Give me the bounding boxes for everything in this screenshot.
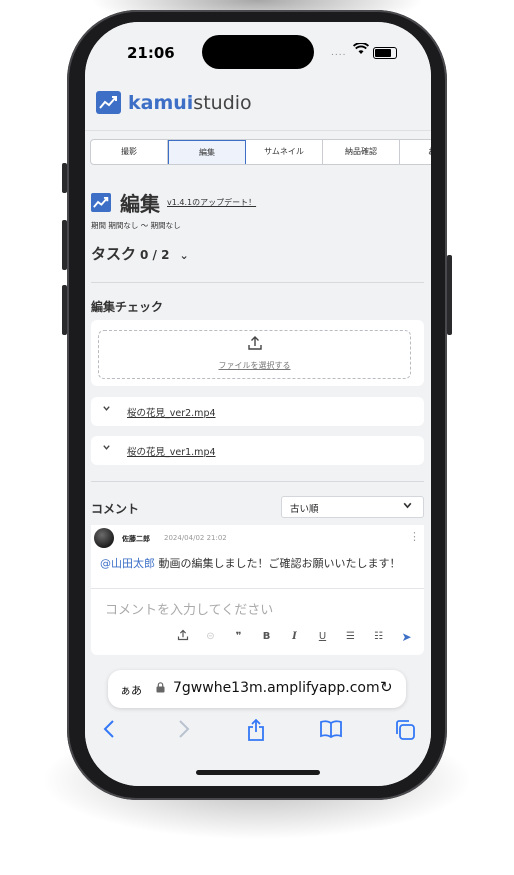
tabs-icon[interactable]: [394, 719, 416, 746]
more-options-icon[interactable]: ⋮: [409, 530, 420, 543]
comment-item: 佐藤二郎 2024/04/02 21:02 ⋮ @山田太郎 動画の編集しました！…: [91, 525, 424, 588]
upload-icon: [247, 335, 263, 355]
status-time: 21:06: [127, 44, 175, 62]
numbered-list-icon[interactable]: ☷: [367, 631, 390, 642]
volume-up-button: [62, 220, 67, 270]
reload-icon[interactable]: ↻: [380, 678, 393, 696]
action-button: [62, 163, 67, 193]
comment-composer: コメントを入力してください ⊝ ❞ B I U ☰ ☷ ➤: [91, 588, 424, 655]
upload-icon[interactable]: [171, 629, 194, 644]
brand-studio: studio: [193, 91, 252, 114]
file-dropzone[interactable]: ファイルを選択する: [98, 330, 411, 379]
file-link[interactable]: 桜の花見_ver1.mp4: [127, 444, 216, 458]
tab-edit[interactable]: 編集: [168, 140, 246, 164]
chart-line-icon: [96, 91, 121, 114]
file-item[interactable]: 桜の花見_ver2.mp4: [91, 397, 424, 426]
page-title: 編集 v1.4.1のアップデート！: [91, 188, 256, 217]
edit-check-heading: 編集チェック: [91, 300, 164, 314]
brand-name: kamuistudio: [128, 92, 252, 114]
signal-icon: ....: [331, 48, 347, 58]
chevron-down-icon[interactable]: [102, 404, 111, 416]
home-indicator: [196, 770, 320, 775]
bullet-list-icon[interactable]: ☰: [339, 631, 362, 642]
volume-down-button: [62, 285, 67, 335]
underline-icon[interactable]: U: [311, 631, 334, 642]
comment-author: 佐藤二郎: [122, 535, 150, 543]
comment-date: 2024/04/02 21:02: [164, 534, 227, 542]
tasks-count: 0 / 2: [140, 248, 170, 262]
file-link[interactable]: 桜の花見_ver2.mp4: [127, 405, 216, 419]
back-icon[interactable]: [103, 719, 115, 744]
period-text: 期間 期間なし ～ 期間なし: [91, 221, 181, 230]
divider: [91, 282, 424, 283]
tab-shooting[interactable]: 撮影: [91, 140, 168, 164]
file-item[interactable]: 桜の花見_ver1.mp4: [91, 436, 424, 465]
avatar: [94, 528, 114, 548]
phone-screen: 21:06 .... kamuistudio 撮影 編集 サムネイル 納品確認 …: [85, 22, 431, 786]
wifi-icon: [352, 42, 370, 59]
tab-thumbnail[interactable]: サムネイル: [246, 140, 323, 164]
browser-toolbar: [85, 717, 431, 747]
divider: [91, 481, 424, 482]
page-menu-button[interactable]: ぁあ: [120, 682, 142, 698]
tab-bar: 撮影 編集 サムネイル 納品確認 お: [90, 139, 431, 165]
comment-input[interactable]: コメントを入力してください: [105, 599, 273, 618]
lock-icon: [156, 682, 165, 696]
comment-text: 動画の編集しました！ご確認お願いいたします！: [155, 557, 401, 570]
italic-icon[interactable]: I: [283, 631, 306, 642]
tab-delivery-check[interactable]: 納品確認: [323, 140, 400, 164]
editor-toolbar: ⊝ ❞ B I U ☰ ☷ ➤: [171, 629, 423, 644]
battery-icon: [373, 47, 397, 59]
brand-kamui: kamui: [128, 91, 194, 114]
mention-link[interactable]: @山田太郎: [100, 557, 155, 570]
status-bar: 21:06 ....: [85, 22, 431, 72]
power-button: [447, 255, 452, 335]
tab-more[interactable]: お: [400, 140, 431, 164]
chart-line-icon: [91, 193, 111, 212]
link-icon[interactable]: ⊝: [199, 631, 222, 642]
comment-sort-select[interactable]: 古い順: [281, 496, 424, 518]
comments-heading: コメント: [91, 502, 140, 516]
share-icon[interactable]: [247, 718, 265, 746]
tasks-label: タスク: [91, 245, 137, 263]
chevron-down-icon: [402, 500, 413, 514]
quote-icon[interactable]: ❞: [227, 631, 250, 642]
sort-value: 古い順: [290, 504, 319, 515]
address-bar[interactable]: ぁあ 7gwwhe13m.amplifyapp.com ↻: [108, 670, 406, 708]
forward-icon[interactable]: [178, 719, 190, 744]
bookmarks-icon[interactable]: [319, 719, 343, 744]
chevron-down-icon[interactable]: [102, 443, 111, 455]
comment-body: @山田太郎 動画の編集しました！ご確認お願いいたします！: [100, 555, 422, 572]
brand-logo[interactable]: kamuistudio: [96, 91, 252, 114]
select-file-link[interactable]: ファイルを選択する: [99, 360, 410, 371]
upload-card: ファイルを選択する: [91, 320, 424, 386]
send-icon[interactable]: ➤: [395, 630, 418, 644]
chevron-down-icon: ⌄: [179, 249, 189, 262]
tasks-toggle[interactable]: タスク 0 / 2 ⌄: [91, 243, 189, 264]
bold-icon[interactable]: B: [255, 631, 278, 642]
page-title-text: 編集: [120, 192, 160, 216]
update-link[interactable]: v1.4.1のアップデート！: [167, 197, 256, 208]
url-text[interactable]: 7gwwhe13m.amplifyapp.com: [173, 680, 380, 696]
dynamic-island: [202, 35, 314, 69]
